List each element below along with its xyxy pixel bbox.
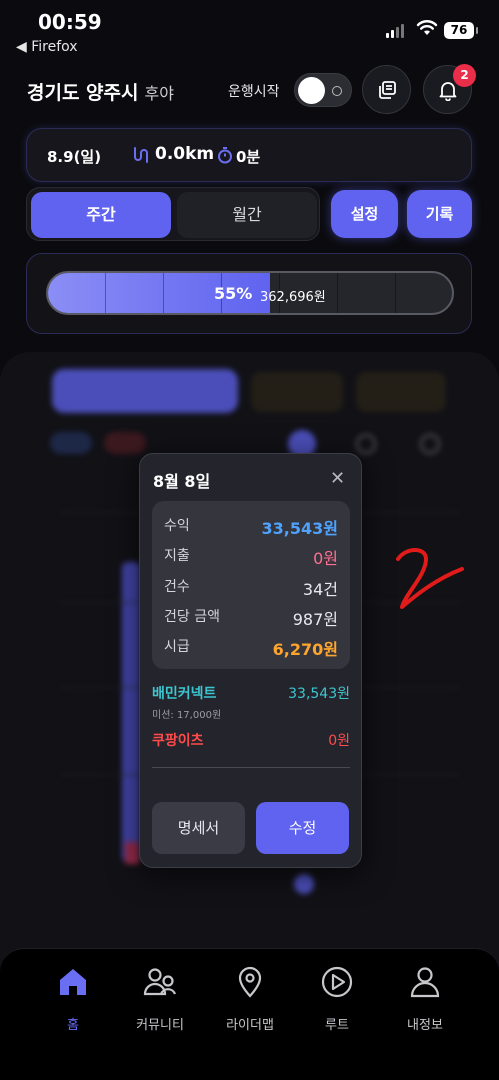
platform-name: 배민커넥트 [152, 686, 217, 702]
goal-progress-card: 55% 362,696원 [26, 253, 472, 334]
statement-button[interactable]: 명세서 [152, 802, 245, 854]
home-icon [60, 969, 86, 995]
settings-button[interactable]: 설정 [331, 190, 398, 238]
mission-amount: 미션: 17,000원 [152, 710, 222, 721]
stat-label: 수익 [164, 518, 190, 534]
stat-value: 0원 [313, 549, 338, 568]
close-icon[interactable]: ✕ [330, 468, 345, 489]
nav-label: 루트 [325, 1018, 349, 1033]
layers-icon [378, 80, 396, 99]
stat-row-hourly: 시급 6,270원 [164, 636, 338, 659]
stat-label: 건당 금액 [164, 609, 220, 625]
progress-segment [105, 273, 106, 313]
progress-amount: 362,696원 [260, 290, 326, 305]
today-summary-card: 8.9(일) 0.0km 0분 [26, 128, 472, 182]
drive-start-toggle[interactable] [294, 73, 352, 107]
map-pin-icon [238, 966, 262, 998]
stat-label: 지출 [164, 548, 190, 564]
platform-value: 33,543원 [288, 686, 350, 702]
bottom-navigation: 홈 커뮤니티 라이더맵 루트 내정보 [0, 948, 499, 1080]
region-title[interactable]: 경기도 양주시 후야 [27, 78, 174, 105]
tab-month[interactable]: 월간 [177, 192, 317, 238]
stat-value: 33,543원 [261, 519, 338, 538]
handwritten-annotation [396, 548, 464, 609]
toggle-off-indicator [332, 86, 342, 96]
stat-value: 987원 [292, 610, 338, 629]
progress-segment [163, 273, 164, 313]
nav-item-my-info[interactable]: 내정보 [385, 962, 465, 1033]
wifi-icon [416, 20, 438, 35]
layers-button[interactable] [362, 65, 411, 114]
play-circle-icon [321, 966, 353, 998]
modal-divider [152, 767, 350, 768]
platform-value: 0원 [328, 733, 350, 749]
platform-baemin: 배민커넥트 33,543원 [152, 683, 350, 703]
stat-row-count: 건수 34건 [164, 576, 338, 599]
nav-item-route[interactable]: 루트 [297, 962, 377, 1033]
region-sub: 후야 [144, 84, 174, 103]
progress-percent: 55% [214, 284, 253, 303]
platform-name: 쿠팡이츠 [152, 733, 204, 749]
toggle-knob [298, 77, 325, 104]
stat-value: 34건 [302, 580, 338, 599]
tab-week[interactable]: 주간 [31, 192, 171, 238]
nav-item-home[interactable]: 홈 [33, 962, 113, 1033]
stats-box: 수익 33,543원 지출 0원 건수 34건 건당 금액 987원 시급 6,… [152, 501, 350, 669]
nav-label: 내정보 [407, 1018, 443, 1033]
back-to-firefox-link[interactable]: ◀ Firefox [16, 39, 78, 55]
stopwatch-icon [218, 147, 232, 164]
stat-value: 6,270원 [272, 640, 338, 659]
period-tabs: 주간 월간 [26, 187, 320, 241]
day-detail-modal: 8월 8일 ✕ 수익 33,543원 지출 0원 건수 34건 건당 금액 98… [139, 453, 362, 868]
profile-icon [410, 967, 440, 998]
status-time: 00:59 [38, 10, 102, 34]
status-bar: 00:59 ◀ Firefox 76 [0, 0, 499, 62]
route-icon [134, 147, 148, 163]
cellular-signal-icon [386, 24, 404, 38]
battery-indicator: 76 [444, 22, 478, 39]
records-button[interactable]: 기록 [407, 190, 472, 238]
nav-label: 라이더맵 [226, 1018, 274, 1033]
progress-segment [395, 273, 396, 313]
nav-label: 홈 [67, 1018, 79, 1033]
summary-date: 8.9(일) [47, 148, 102, 166]
nav-label: 커뮤니티 [136, 1018, 184, 1033]
progress-segment [337, 273, 338, 313]
platform-coupang-eats: 쿠팡이츠 0원 [152, 730, 350, 750]
nav-item-rider-map[interactable]: 라이더맵 [210, 962, 290, 1033]
region-name: 경기도 양주시 [27, 82, 139, 104]
summary-minutes: 0분 [236, 148, 261, 166]
stat-row-income: 수익 33,543원 [164, 515, 338, 538]
notification-badge: 2 [453, 64, 476, 87]
drive-start-label: 운행시작 [228, 84, 280, 100]
community-icon [143, 968, 177, 996]
stat-row-expense: 지출 0원 [164, 545, 338, 568]
stat-label: 시급 [164, 639, 190, 655]
summary-distance: 0.0km [155, 144, 215, 164]
modal-title: 8월 8일 [153, 472, 211, 491]
goal-progress-bar: 55% 362,696원 [46, 271, 454, 315]
nav-item-community[interactable]: 커뮤니티 [120, 962, 200, 1033]
stat-label: 건수 [164, 579, 190, 595]
stat-row-per-delivery: 건당 금액 987원 [164, 606, 338, 629]
edit-button[interactable]: 수정 [256, 802, 349, 854]
